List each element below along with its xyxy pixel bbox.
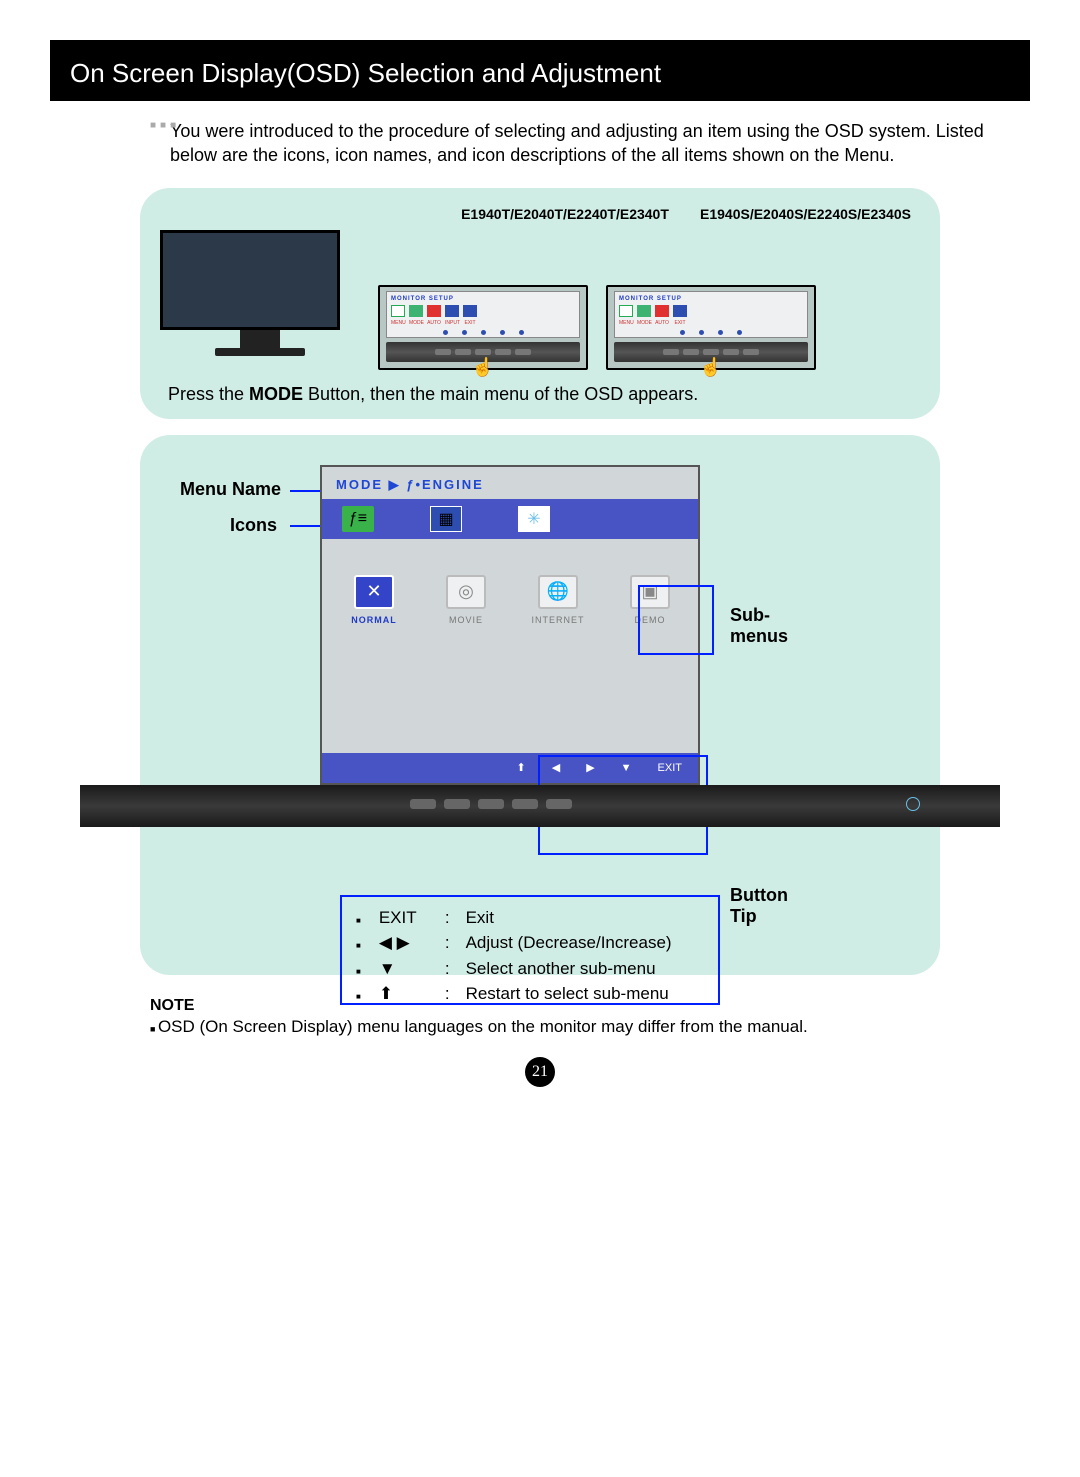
submenu-label: INTERNET xyxy=(522,615,594,625)
top-panel: E1940T/E2040T/E2240T/E2340T E1940S/E2040… xyxy=(140,188,940,419)
label-button-tip: Button Tip xyxy=(730,885,788,927)
note-body: OSD (On Screen Display) menu languages o… xyxy=(150,1017,1030,1037)
mini-icon xyxy=(445,305,459,317)
osd-menu-title: MODE ▶ ƒ•ENGINE xyxy=(322,467,698,499)
mini-label: INPUT xyxy=(445,320,459,326)
mini-icon xyxy=(409,305,423,317)
page-title: On Screen Display(OSD) Selection and Adj… xyxy=(50,40,1030,101)
label-menu-name: Menu Name xyxy=(180,479,281,500)
top-icon-fengine[interactable]: ƒ≡ xyxy=(342,506,374,532)
mini-label: EXIT xyxy=(463,320,477,326)
label-submenus: Sub- menus xyxy=(730,605,788,647)
mini-icon xyxy=(427,305,441,317)
mini-icon xyxy=(673,305,687,317)
model-list-t: E1940T/E2040T/E2240T/E2340T xyxy=(460,206,670,222)
mini-icon xyxy=(655,305,669,317)
intro-text: You were introduced to the procedure of … xyxy=(50,101,1030,178)
mini-icon xyxy=(391,305,405,317)
top-icon-ratio[interactable]: ▦ xyxy=(430,506,462,532)
submenu-icon: ◎ xyxy=(446,575,486,609)
mini-label: MODE xyxy=(637,320,651,326)
mini-label: EXIT xyxy=(673,320,687,326)
main-osd-panel: Menu Name Icons Sub- menus Button Tip MO… xyxy=(140,435,940,975)
monitor-illustration xyxy=(160,230,360,370)
submenu-icon: 🌐 xyxy=(538,575,578,609)
monitor-bezel xyxy=(80,785,1000,827)
nav-up-icon[interactable]: ⬆ xyxy=(517,761,526,774)
power-icon xyxy=(906,797,920,811)
osd-example-t: MONITOR SETUP MENU MODE AUTO INPUT EXIT xyxy=(378,285,588,370)
mini-icon xyxy=(637,305,651,317)
mini-icon xyxy=(463,305,477,317)
mini-icon xyxy=(619,305,633,317)
mini-label: MENU xyxy=(391,320,405,326)
press-instruction: Press the MODE Button, then the main men… xyxy=(160,384,920,405)
submenu-normal[interactable]: ✕ NORMAL xyxy=(338,575,410,625)
osd-top-icons: ƒ≡ ▦ ✳ xyxy=(322,499,698,539)
submenu-icon: ✕ xyxy=(354,575,394,609)
hand-icon: ☝ xyxy=(700,357,722,378)
mini-label: MODE xyxy=(409,320,423,326)
submenu-label: NORMAL xyxy=(338,615,410,625)
submenu-movie[interactable]: ◎ MOVIE xyxy=(430,575,502,625)
osd-example-s: MONITOR SETUP MENU MODE AUTO EXIT ☝ xyxy=(606,285,816,370)
model-list-s: E1940S/E2040S/E2240S/E2340S xyxy=(700,206,910,222)
hand-icon: ☝ xyxy=(472,357,494,378)
submenu-label: MOVIE xyxy=(430,615,502,625)
mini-label: MENU xyxy=(619,320,633,326)
mini-osd-title: MONITOR SETUP xyxy=(619,296,803,302)
label-icons: Icons xyxy=(230,515,277,536)
submenu-internet[interactable]: 🌐 INTERNET xyxy=(522,575,594,625)
mini-label: AUTO xyxy=(427,320,441,326)
mini-label: AUTO xyxy=(655,320,669,326)
button-tips: EXIT:Exit ◀ ▶:Adjust (Decrease/Increase)… xyxy=(356,905,672,1007)
mini-osd-title: MONITOR SETUP xyxy=(391,296,575,302)
page-number: 21 xyxy=(525,1057,555,1087)
top-icon-photo[interactable]: ✳ xyxy=(518,506,550,532)
